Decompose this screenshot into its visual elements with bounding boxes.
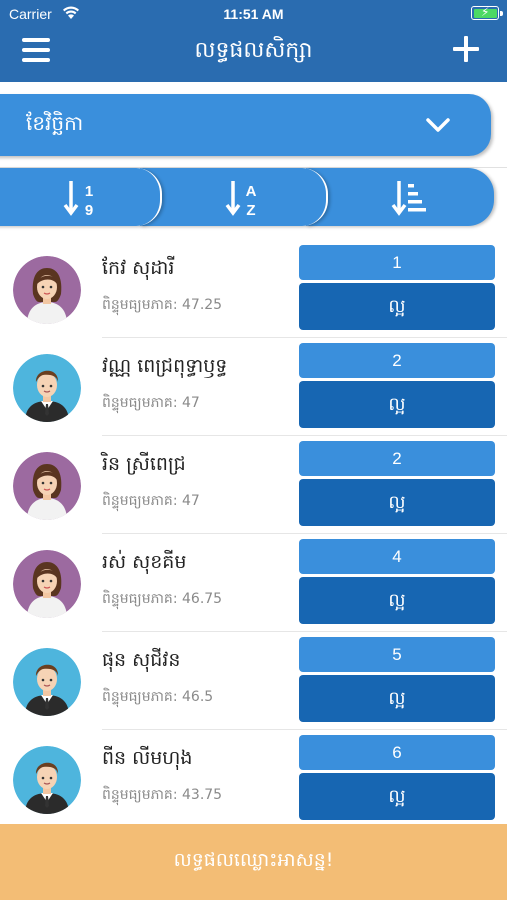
top-bar: Carrier 11:51 AM ⚡ លទ្ធផលសិក្សា xyxy=(0,0,507,82)
sort-numeric-icon: 1 9 xyxy=(63,181,93,218)
sort-amount-icon xyxy=(391,181,426,216)
status-bar: Carrier 11:51 AM ⚡ xyxy=(0,0,507,28)
rank-badge: 4 xyxy=(299,539,495,574)
svg-text:Z: Z xyxy=(246,202,255,218)
grade-button[interactable]: ល្អ xyxy=(299,283,495,330)
student-name: វណ្ណ ពេជ្រពុទ្ធាឫទ្ធ xyxy=(102,355,228,377)
average-value: 47.25 xyxy=(182,297,223,313)
month-dropdown-value: ខែវិច្ឆិកា xyxy=(26,111,84,135)
battery-icon: ⚡ xyxy=(471,5,503,20)
footer-banner[interactable]: លទ្ធផលឈ្លោះអាសន្ន! xyxy=(0,824,507,900)
avatar xyxy=(13,452,81,520)
average-value: 46.5 xyxy=(182,689,214,705)
student-row[interactable]: កែវ សុដារីពិន្ទុមធ្យមភាគ: 47.25 1 ល្អ xyxy=(0,240,507,338)
svg-text:9: 9 xyxy=(85,202,93,218)
grade-button[interactable]: ល្អ xyxy=(299,675,495,722)
rank-badge: 6 xyxy=(299,735,495,770)
student-average: ពិន្ទុមធ្យមភាគ: 47 xyxy=(102,393,200,414)
student-average: ពិន្ទុមធ្យមភាគ: 47 xyxy=(102,491,200,512)
student-average: ពិន្ទុមធ្យមភាគ: 46.5 xyxy=(102,687,213,708)
sort-amount-button[interactable] xyxy=(306,168,494,226)
average-label: ពិន្ទុមធ្យមភាគ: xyxy=(102,493,178,509)
month-dropdown[interactable]: ខែវិច្ឆិកា xyxy=(0,94,491,156)
grade-button[interactable]: ល្អ xyxy=(299,577,495,624)
avatar xyxy=(13,648,81,716)
page-title: លទ្ធផលសិក្សា xyxy=(194,38,313,63)
student-name: រស់ សុខគីម xyxy=(102,551,187,573)
student-name: កែវ សុដារី xyxy=(102,257,175,279)
sort-toolbar: 1 9 A Z xyxy=(0,168,507,228)
student-row[interactable]: វណ្ណ ពេជ្រពុទ្ធាឫទ្ធពិន្ទុមធ្យមភាគ: 47 2 ល… xyxy=(0,338,507,436)
plus-icon[interactable] xyxy=(453,36,479,62)
average-label: ពិន្ទុមធ្យមភាគ: xyxy=(102,787,178,803)
svg-text:A: A xyxy=(246,183,257,200)
sort-numeric-button[interactable]: 1 9 xyxy=(0,168,162,226)
sort-alpha-icon: A Z xyxy=(225,181,257,218)
average-value: 47 xyxy=(182,395,200,411)
student-row[interactable]: ផុន សុជីវនពិន្ទុមធ្យមភាគ: 46.5 5 ល្អ xyxy=(0,632,507,730)
avatar xyxy=(13,354,81,422)
average-value: 43.75 xyxy=(182,787,223,803)
clock: 11:51 AM xyxy=(223,6,284,22)
student-name: ផុន សុជីវន xyxy=(102,649,181,671)
average-value: 47 xyxy=(182,493,200,509)
student-average: ពិន្ទុមធ្យមភាគ: 47.25 xyxy=(102,295,222,316)
avatar xyxy=(13,256,81,324)
student-row[interactable]: រិន ស្រីពេជ្រពិន្ទុមធ្យមភាគ: 47 2 ល្អ xyxy=(0,436,507,534)
avatar xyxy=(13,746,81,814)
grade-button[interactable]: ល្អ xyxy=(299,773,495,820)
rank-badge: 2 xyxy=(299,441,495,476)
rank-badge: 1 xyxy=(299,245,495,280)
student-row[interactable]: រស់ សុខគីមពិន្ទុមធ្យមភាគ: 46.75 4 ល្អ xyxy=(0,534,507,632)
hamburger-menu-icon[interactable] xyxy=(22,38,50,62)
average-label: ពិន្ទុមធ្យមភាគ: xyxy=(102,689,178,705)
avatar xyxy=(13,550,81,618)
sort-alpha-button[interactable]: A Z xyxy=(140,168,328,226)
grade-button[interactable]: ល្អ xyxy=(299,479,495,526)
footer-label: លទ្ធផលឈ្លោះអាសន្ន! xyxy=(173,849,334,871)
rank-badge: 5 xyxy=(299,637,495,672)
student-name: រិន ស្រីពេជ្រ xyxy=(102,453,186,475)
average-label: ពិន្ទុមធ្យមភាគ: xyxy=(102,395,178,411)
rank-badge: 2 xyxy=(299,343,495,378)
student-name: ពីន លីមហុង xyxy=(102,747,193,769)
average-label: ពិន្ទុមធ្យមភាគ: xyxy=(102,297,178,313)
chevron-down-icon xyxy=(426,118,450,132)
average-value: 46.75 xyxy=(182,591,223,607)
grade-button[interactable]: ល្អ xyxy=(299,381,495,428)
average-label: ពិន្ទុមធ្យមភាគ: xyxy=(102,591,178,607)
student-average: ពិន្ទុមធ្យមភាគ: 43.75 xyxy=(102,785,222,806)
student-row[interactable]: ពីន លីមហុងពិន្ទុមធ្យមភាគ: 43.75 6 ល្អ xyxy=(0,730,507,828)
student-average: ពិន្ទុមធ្យមភាគ: 46.75 xyxy=(102,589,222,610)
svg-text:1: 1 xyxy=(85,183,93,200)
